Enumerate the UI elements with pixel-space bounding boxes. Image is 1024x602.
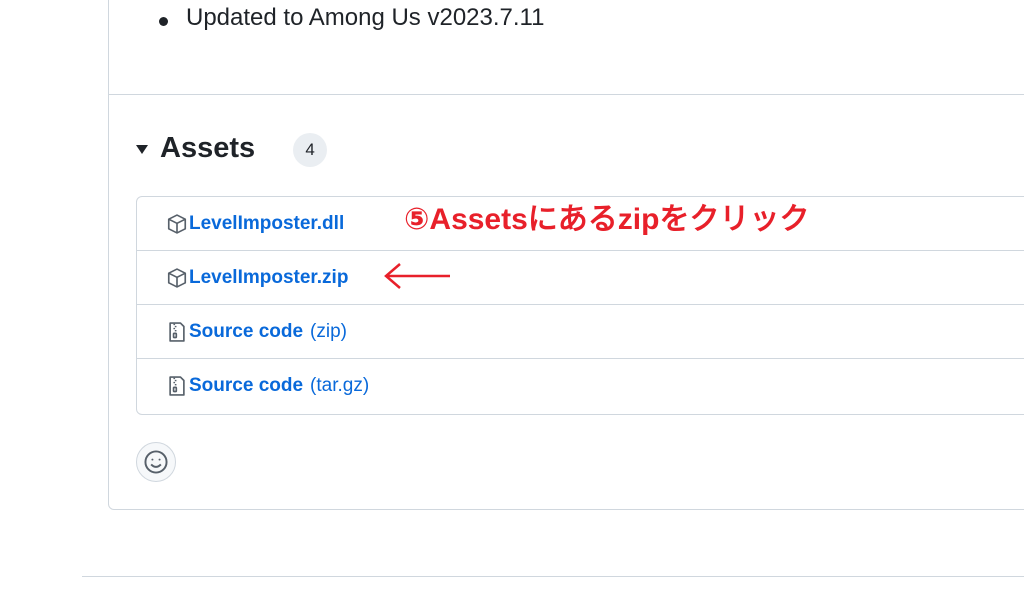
smiley-icon [144,450,168,474]
bullet-icon [159,17,168,26]
asset-link-source-zip[interactable]: Source code [189,321,303,343]
file-zip-icon [165,320,189,344]
asset-link-zip[interactable]: LevelImposter.zip [189,267,348,289]
annotation-text: ⑤Assetsにあるzipをクリック [404,203,810,236]
asset-row-zip: LevelImposter.zip [137,250,1024,304]
assets-toggle[interactable]: Assets 4 [136,128,328,168]
footer-divider [82,576,1024,577]
assets-title: Assets [160,131,256,164]
arrow-left-icon [384,263,450,289]
asset-suffix: (tar.gz) [310,374,370,396]
page: Updated to Among Us v2023.7.11 Assets 4 … [0,0,1024,602]
asset-row-source-targz: Source code (tar.gz) [137,358,1024,412]
asset-row-source-zip: Source code (zip) [137,304,1024,358]
assets-count-badge: 4 [293,133,328,167]
add-reaction-button[interactable] [136,442,176,482]
section-divider [109,94,1024,95]
release-notes: Updated to Among Us v2023.7.11 [159,4,545,32]
release-note-item: Updated to Among Us v2023.7.11 [186,4,545,31]
triangle-down-icon [136,144,148,154]
asset-suffix: (zip) [310,320,347,342]
package-icon [165,212,189,236]
asset-link-dll[interactable]: LevelImposter.dll [189,213,344,235]
package-icon [165,266,189,290]
asset-link-source-targz[interactable]: Source code [189,375,303,397]
file-zip-icon [165,374,189,398]
